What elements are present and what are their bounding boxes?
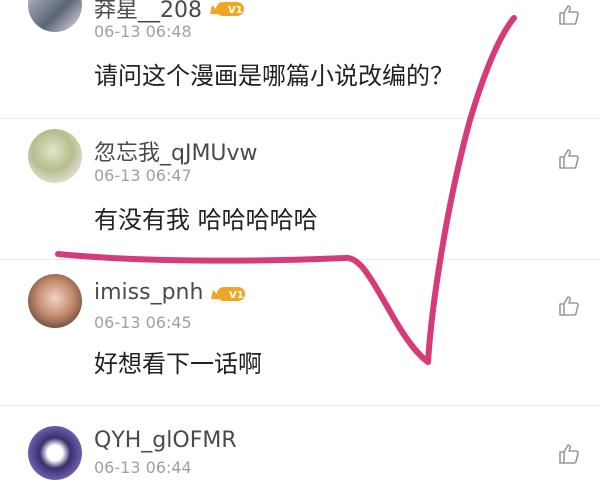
avatar[interactable]	[28, 0, 82, 32]
avatar[interactable]	[28, 129, 82, 183]
comment-text: 好想看下一话啊	[94, 350, 262, 378]
comment-time: 06-13 06:45	[94, 313, 192, 332]
username[interactable]: QYH_glOFMR	[94, 428, 237, 453]
thumbs-up-icon[interactable]	[557, 3, 581, 27]
comment-item: imiss_pnh V1 06-13 06:45 好想看下一话啊	[0, 260, 600, 405]
avatar[interactable]	[28, 426, 82, 480]
comment-item: QYH_glOFMR 06-13 06:44	[0, 406, 600, 480]
comment-text: 请问这个漫画是哪篇小说改编的？	[94, 62, 454, 90]
thumbs-up-icon[interactable]	[557, 442, 581, 466]
svg-text:V1: V1	[228, 5, 243, 16]
svg-text:V1: V1	[229, 290, 244, 301]
username[interactable]: 莽星__208 V1	[94, 0, 246, 24]
avatar[interactable]	[28, 274, 82, 328]
comment-time: 06-13 06:44	[94, 458, 192, 477]
comment-text: 有没有我 哈哈哈哈哈	[94, 206, 318, 234]
comment-item: 莽星__208 V1 06-13 06:48 请问这个漫画是哪篇小说改编的？	[0, 0, 600, 118]
comment-time: 06-13 06:48	[94, 22, 192, 41]
comment-item: 忽忘我_qJMUvw 06-13 06:47 有没有我 哈哈哈哈哈	[0, 119, 600, 259]
vip-badge-icon: V1	[208, 0, 246, 17]
username[interactable]: 忽忘我_qJMUvw	[94, 135, 258, 167]
comment-time: 06-13 06:47	[94, 166, 192, 185]
thumbs-up-icon[interactable]	[557, 147, 581, 171]
vip-badge-icon: V1	[209, 284, 247, 302]
username[interactable]: imiss_pnh V1	[94, 280, 247, 305]
thumbs-up-icon[interactable]	[557, 294, 581, 318]
